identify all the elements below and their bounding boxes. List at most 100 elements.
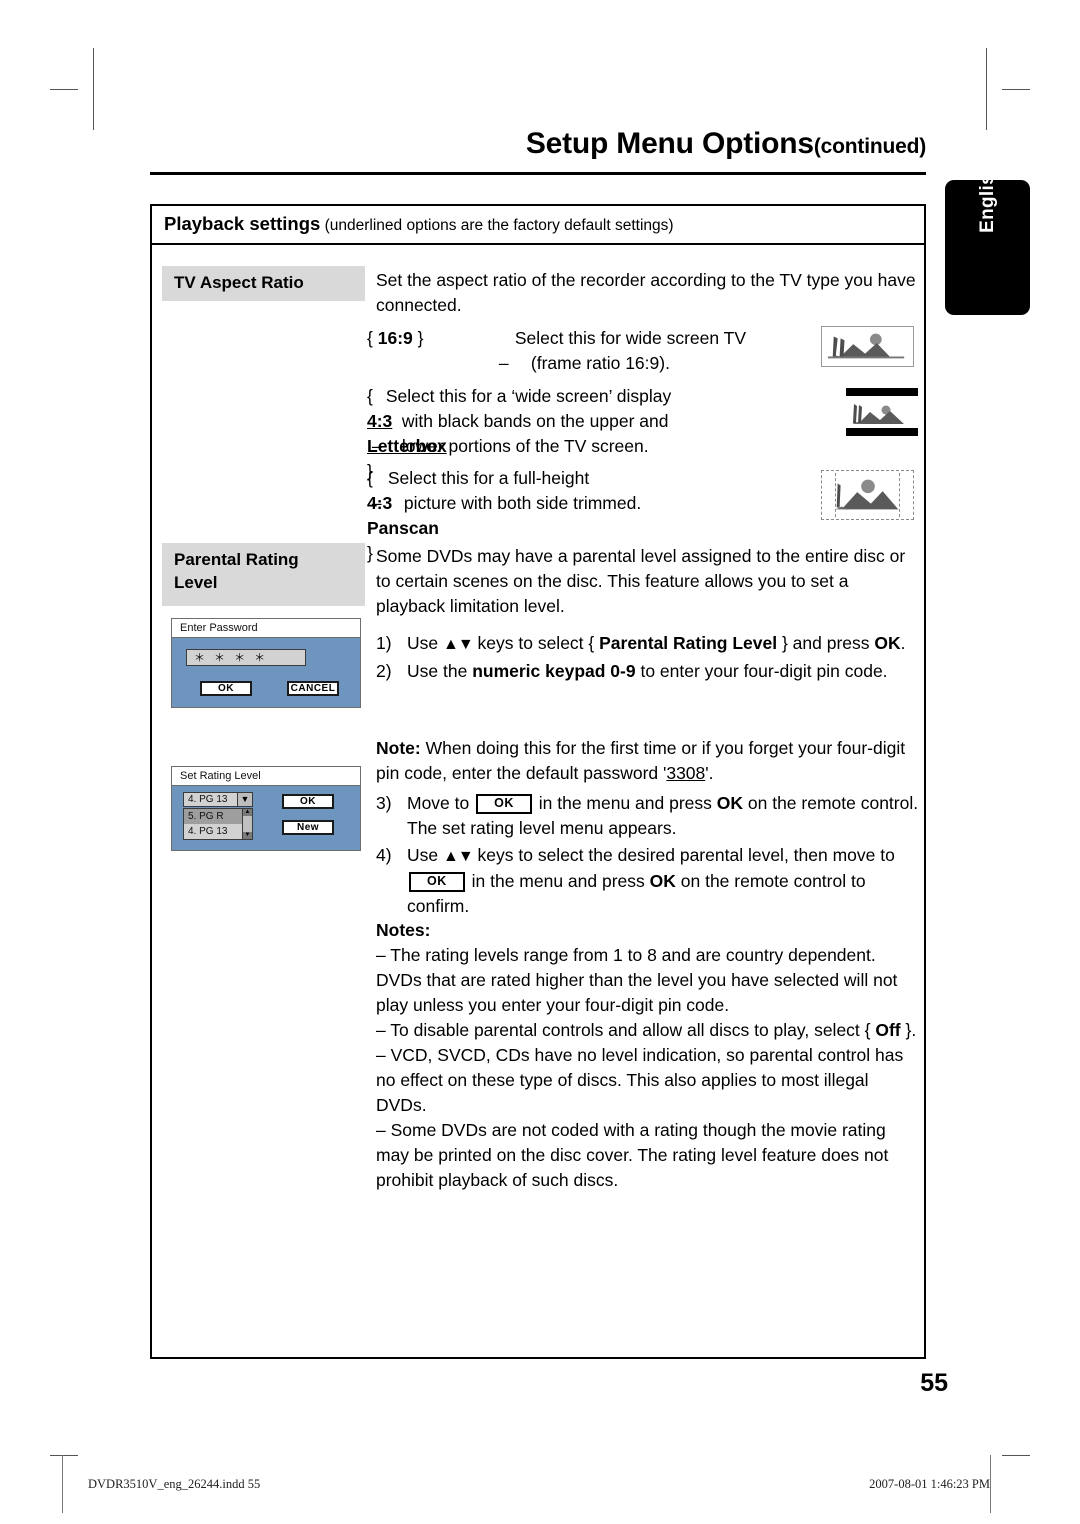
note-text-b: '. [705,763,714,783]
brace-close: } [367,543,373,563]
parental-intro-text: Some DVDs may have a parental level assi… [376,546,906,616]
password-cancel-button[interactable]: CANCEL [287,681,339,696]
notes-block: Notes: – The rating levels range from 1 … [376,918,921,1193]
step-4-bold-ok: OK [649,871,676,891]
footer-rule-right [990,1455,991,1513]
step-3-text-b: in the menu and press [533,793,717,813]
option-name-16-9: { 16:9 } [367,326,494,351]
note-item-3: – VCD, SVCD, CDs have no level indicatio… [376,1043,921,1118]
steps-list-bottom: 3) Move to OK in the menu and press OK on… [376,791,921,919]
note-item-4-text: Some DVDs are not coded with a rating th… [376,1120,889,1190]
option-dash: – [371,436,382,456]
option-dash: – [371,493,382,513]
enter-password-dialog-screenshot: Enter Password ＊ ＊ ＊ ＊ OK CANCEL [171,618,361,708]
crop-mark-top-left [93,48,94,130]
set-rating-level-dialog-title: Set Rating Level [172,767,360,786]
brace-close: } [417,328,424,348]
title-divider [150,172,926,175]
step-1-bold-ok: OK [874,633,901,653]
option-desc-line-3: lower portions of the TV screen. [401,436,649,456]
note-item-1: – The rating levels range from 1 to 8 an… [376,943,921,1018]
note-item-2-text-b: }. [900,1020,917,1040]
note-item-1-text: The rating levels range from 1 to 8 and … [376,945,898,1015]
note-label: Note: [376,738,421,758]
step-1-text-b: keys to select { [472,633,600,653]
note-dash: – [376,1120,386,1140]
page-title-continued: (continued) [813,135,926,158]
crop-mark-top-left-h [50,89,78,90]
step-3-text-a: Move to [407,793,475,813]
panscan-crop-guides [835,473,900,517]
rating-new-button[interactable]: New [282,820,334,835]
rating-level-option-list[interactable]: 5. PG R 4. PG 13 ▲ ▼ [183,808,253,840]
panscan-thumbnail-icon [821,470,914,520]
note-item-2-bold-off: Off [875,1020,901,1040]
step-number-4: 4) [376,845,392,865]
tv-aspect-intro-text: Set the aspect ratio of the recorder acc… [376,270,916,315]
option-desc-16-9: –Select this for wide screen TV (frame ra… [499,326,746,376]
option-key-16-9: 16:9 [377,328,413,348]
letterbox-band-bottom [846,428,918,436]
steps-list-top: 1) Use ▲▼ keys to select { Parental Ratin… [376,631,921,684]
step-2-bold-keypad: numeric keypad 0-9 [472,661,636,681]
scroll-up-icon[interactable]: ▲ [243,809,252,816]
option-desc-line-2: picture with both side trimmed. [403,493,642,513]
section-header-text: Playback settings (underlined options ar… [164,213,924,235]
note-dash: – [376,1045,386,1065]
note-item-4: – Some DVDs are not coded with a rating … [376,1118,921,1193]
footer-file-name: DVDR3510V_eng_26244.indd 55 [88,1477,261,1491]
step-1-bold-setting: Parental Rating Level [599,633,778,653]
option-desc-4-3-letterbox: – Select this for a ‘wide screen’ display… [372,384,671,459]
page-header: Setup Menu Options(continued) [150,128,926,160]
rating-level-dropdown[interactable]: 4. PG 13 ▼ [183,792,253,807]
step-item-2: 2) Use the numeric keypad 0-9 to enter yo… [376,659,921,684]
note-dash: – [376,1020,386,1040]
row-label-parental-rating-level: Parental Rating Level [162,543,365,606]
section-header-row: Playback settings (underlined options ar… [152,206,924,245]
password-ok-button[interactable]: OK [200,681,252,696]
option-desc-line-1: Select this for a ‘wide screen’ display [385,386,672,406]
step-2-text-b: to enter your four-digit pin code. [635,661,888,681]
step-4-text-b: keys to select the desired parental leve… [472,845,895,865]
widescreen-thumbnail-icon [821,326,914,367]
parental-steps-1-2: 1) Use ▲▼ keys to select { Parental Ratin… [376,631,921,686]
option-desc-line-2: (frame ratio 16:9). [530,353,670,373]
section-header-note: (underlined options are the factory defa… [320,217,674,234]
rating-ok-button[interactable]: OK [282,794,334,809]
step-4-text-c: in the menu and press [466,871,650,891]
footer-timestamp: 2007-08-01 1:46:23 PM [869,1477,990,1491]
notes-heading: Notes: [376,920,431,940]
row-label-line-2: Level [174,572,218,592]
up-down-arrow-icon: ▲▼ [442,848,474,865]
list-scrollbar[interactable]: ▲ ▼ [242,809,252,839]
step-item-1: 1) Use ▲▼ keys to select { Parental Ratin… [376,631,921,657]
note-item-2-text-a: To disable parental controls and allow a… [385,1020,876,1040]
parental-steps-3-4: 3) Move to OK in the menu and press OK on… [376,791,921,921]
step-number-1: 1) [376,633,392,653]
step-3-bold-ok: OK [716,793,744,813]
letterbox-thumbnail-icon [846,388,918,436]
step-4-text-a: Use [407,845,443,865]
step-2-text-a: Use the [407,661,473,681]
option-desc-line-1: Select this for wide screen TV [514,328,747,348]
crop-mark-top-right [986,48,987,130]
password-input-field[interactable]: ＊ ＊ ＊ ＊ [186,649,306,666]
ok-key-icon: OK [476,794,532,814]
brace-open: { [367,328,373,348]
row-label-tv-aspect-ratio: TV Aspect Ratio [162,266,365,301]
step-1-text-a: Use [407,633,443,653]
language-tab-label: English [976,162,998,233]
page-title: Setup Menu Options(continued) [150,128,926,160]
rating-level-selected-value: 4. PG 13 [188,794,228,805]
step-1-text-d: . [900,633,906,653]
notes-list: – The rating levels range from 1 to 8 an… [376,943,921,1193]
chevron-down-icon[interactable]: ▼ [237,793,252,806]
parental-note-paragraph: Note: When doing this for the first time… [376,736,921,786]
note-text-a: When doing this for the first time or if… [376,738,906,783]
option-desc-4-3-panscan: –Select this for a full-height picture wi… [372,466,641,516]
option-dash: – [498,353,509,373]
language-tab: English [945,162,1030,315]
option-desc-line-1: Select this for a full-height [387,468,590,488]
set-rating-level-dialog-screenshot: Set Rating Level 4. PG 13 ▼ 5. PG R 4. P… [171,766,361,851]
scroll-down-icon[interactable]: ▼ [243,832,252,839]
